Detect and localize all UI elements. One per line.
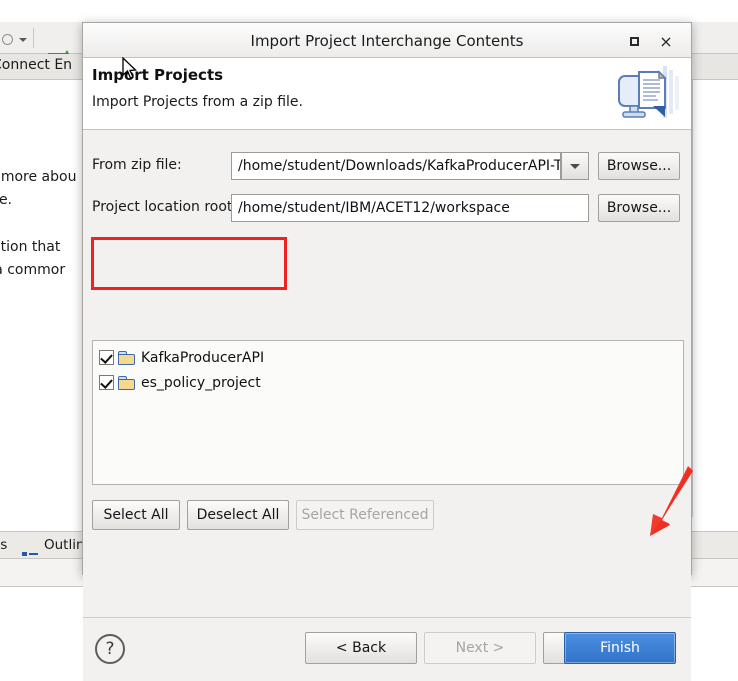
folder-icon [118,376,136,390]
panel-entry-link[interactable]: a Messa [692,156,738,172]
project-root-field-row: Project location root: /home/student/IBM… [83,194,691,222]
deselect-all-button[interactable]: Deselect All [187,500,289,530]
project-checkbox[interactable] [99,350,114,365]
close-icon[interactable]: × [657,32,675,50]
project-list[interactable]: KafkaProducerAPI es_policy_project [92,340,684,485]
editor-tab-connect[interactable]: Connect En [0,57,72,73]
wizard-page-subtitle: Import Projects from a zip file. [92,94,303,110]
panel-entry-link[interactable]: an ESQ [692,436,738,452]
panel-entry-desc: age Ma [692,382,738,399]
panel-entry-desc: rm mes [692,399,738,416]
project-root-input[interactable]: /home/student/IBM/ACET12/workspace [231,194,589,222]
dialog-titlebar[interactable]: Import Project Interchange Contents × [83,23,691,58]
mouse-cursor [122,57,138,81]
toolbar-divider [33,28,34,48]
panel-entry: an ESQ s a simp rm mes [692,436,738,486]
dialog-body: From zip file: /home/student/Downloads/K… [83,130,691,681]
footer-divider [83,617,691,618]
editor-text-line: solution that [0,236,65,259]
chevron-down-icon[interactable] [561,152,589,180]
zip-file-field-row: From zip file: /home/student/Downloads/K… [83,152,691,180]
panel-entry-desc: low [692,242,738,259]
panel-entry-link[interactable]: a Policy [692,503,738,517]
project-name: es_policy_project [141,375,261,391]
help-side-panel: ifact a Messa age Flo he integ a Subflo … [692,80,738,517]
editor-text-block-2: solution that ng a commor [0,236,65,282]
zip-file-label: From zip file: [92,157,182,173]
help-button[interactable]: ? [95,634,125,664]
panel-entry-link[interactable]: a Messa [692,366,738,382]
panel-entry-desc: s a simp [692,452,738,469]
project-checkbox[interactable] [99,375,114,390]
panel-entry: a Subflo low messag [692,226,738,276]
project-name: KafkaProducerAPI [141,350,264,366]
panel-entry-desc: mple, S [692,329,738,346]
panel-entry: a Messa age Ma rm mes [692,366,738,416]
editor-text-block-1: rn more abou rise. [0,166,76,212]
panel-entry: a Messa age Flo he integ [692,156,738,206]
import-project-dialog: Import Project Interchange Contents × Im… [82,22,692,575]
list-item[interactable]: KafkaProducerAPI [93,345,683,370]
panel-entry-desc: messag [692,259,738,276]
panel-entry: a Policy s provid [692,503,738,517]
panel-entry-link[interactable]: a Subflo [692,226,738,242]
bottom-tab-properties[interactable]: as [0,537,7,553]
back-circle-icon[interactable] [2,34,13,45]
import-wizard-icon [617,60,685,126]
project-root-label: Project location root: [92,199,237,215]
panel-entry-desc: rm mes [692,469,738,486]
dropdown-chevron-icon[interactable] [19,38,27,42]
folder-icon [118,351,136,365]
dialog-header: Import Projects Import Projects from a z… [83,58,691,130]
panel-entry-desc: age Mo [692,312,738,329]
editor-text-line: rn more abou [0,166,76,189]
select-referenced-button: Select Referenced [296,500,434,530]
list-item[interactable]: es_policy_project [93,370,683,395]
panel-entry: a Messa age Mo mple, S [692,296,738,346]
next-button: Next > [424,632,536,664]
browse-zip-button[interactable]: Browse... [598,152,680,180]
wizard-page-title: Import Projects [92,66,223,84]
browse-root-button[interactable]: Browse... [598,194,680,222]
editor-text-line: rise. [0,189,76,212]
select-all-button[interactable]: Select All [92,500,180,530]
zip-file-input[interactable]: /home/student/Downloads/KafkaProducerAPI… [231,152,561,180]
dialog-title: Import Project Interchange Contents [83,32,691,50]
back-button[interactable]: < Back [305,632,417,664]
panel-entry-desc: he integ [692,189,738,206]
editor-text-line: ng a commor [0,259,65,282]
panel-entry-link[interactable]: a Messa [692,296,738,312]
maximize-icon[interactable] [625,32,643,50]
finish-button[interactable]: Finish [564,632,676,664]
panel-entry-desc: age Flo [692,172,738,189]
